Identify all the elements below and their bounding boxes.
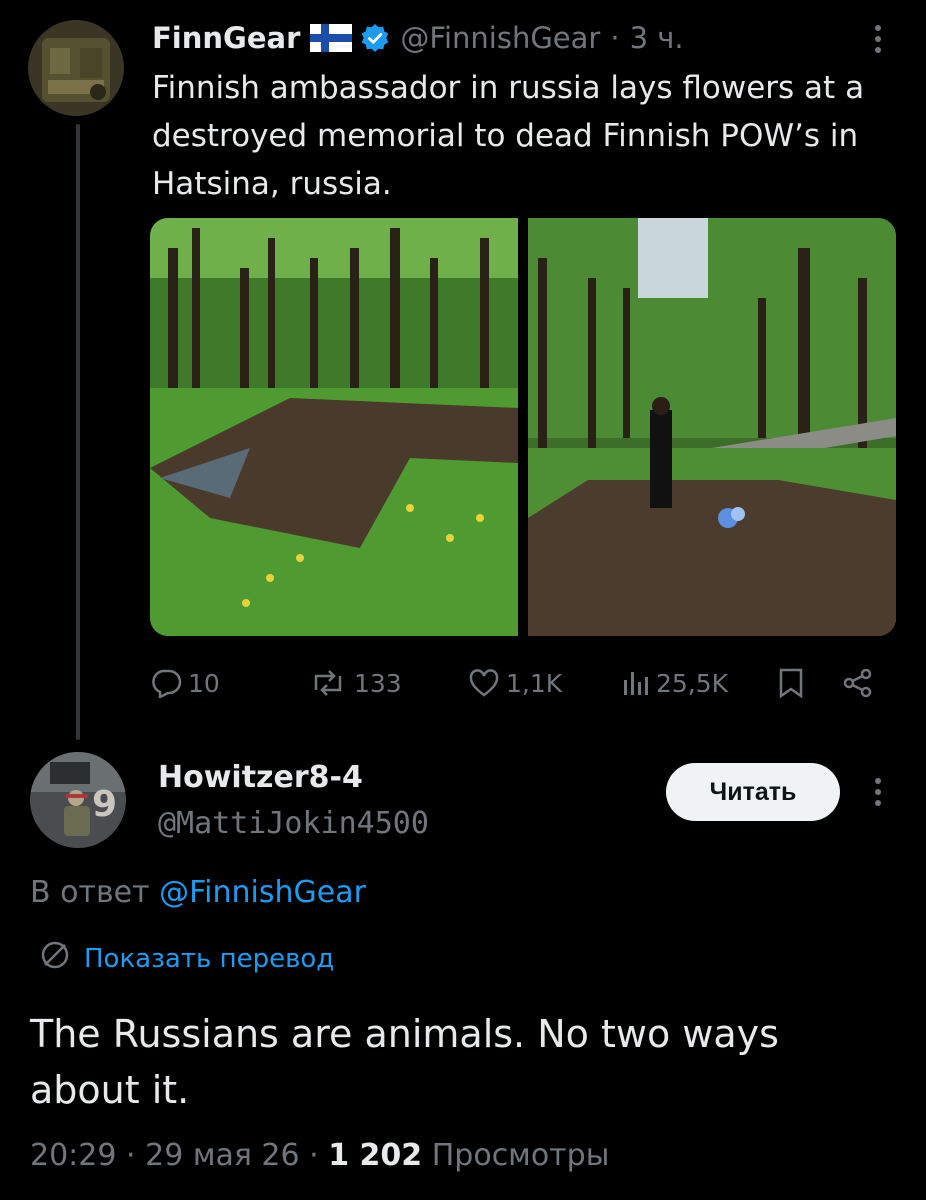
reply-author-handle[interactable]: @MattiJokin4500	[158, 806, 429, 841]
reply-date[interactable]: 29 мая 26	[145, 1138, 299, 1173]
photo-ambassador-flowers	[528, 218, 896, 636]
reply-more-dots-icon[interactable]	[866, 775, 890, 809]
replying-to-line: В ответ @FinnishGear	[30, 875, 366, 910]
like-count: 1,1K	[506, 668, 563, 698]
thread-connector-line	[76, 124, 80, 740]
reply-author-avatar[interactable]: 9	[30, 752, 126, 848]
more-dots-icon[interactable]	[866, 22, 890, 56]
finland-flag-icon	[310, 24, 353, 52]
reply-avatar-image: 9	[30, 752, 126, 848]
views-button[interactable]: 25,5K	[620, 660, 728, 706]
bookmark-button[interactable]	[776, 660, 812, 706]
tweet-photo-2[interactable]	[528, 218, 896, 636]
reply-count: 10	[188, 668, 220, 698]
svg-text:9: 9	[92, 784, 117, 825]
avatar-image	[28, 20, 124, 116]
views-count: 25,5K	[656, 668, 729, 698]
repost-count: 133	[354, 668, 402, 698]
tweet-text: Finnish ambassador in russia lays flower…	[152, 70, 865, 202]
translate-globe-icon	[38, 938, 84, 979]
replying-to-handle-link[interactable]: @FinnishGear	[159, 875, 366, 910]
tweet-action-bar: 10 133 1,1K 25,5K	[150, 660, 890, 706]
meta-separator-2: ·	[309, 1138, 319, 1173]
author-avatar[interactable]	[28, 20, 124, 116]
reply-views-label: Просмотры	[431, 1138, 610, 1173]
author-name[interactable]: FinnGear	[152, 21, 300, 55]
share-button[interactable]	[842, 660, 880, 706]
reply-bubble-icon	[150, 668, 188, 698]
separator-dot: ·	[610, 21, 620, 55]
heart-icon	[468, 668, 506, 698]
show-translation-label: Показать перевод	[84, 943, 335, 974]
tweet-time[interactable]: 3 ч.	[630, 21, 684, 55]
follow-button[interactable]: Читать	[666, 763, 840, 821]
repost-icon	[308, 668, 354, 698]
tweet-header: FinnGear @FinnishGear · 3 ч.	[152, 18, 684, 58]
views-bars-icon	[620, 668, 656, 698]
show-translation-link[interactable]: Показать перевод	[38, 938, 334, 979]
photo-memorial-site	[150, 218, 518, 636]
author-handle[interactable]: @FinnishGear	[400, 21, 600, 55]
meta-separator-1: ·	[126, 1138, 136, 1173]
reply-views-count: 1 202	[328, 1138, 423, 1173]
reply-author-name[interactable]: Howitzer8-4	[158, 760, 363, 795]
reply-text: The Russians are animals. No two ways ab…	[30, 1012, 779, 1112]
reply-meta: 20:29 · 29 мая 26 · 1 202 Просмотры	[30, 1138, 609, 1173]
reply-button[interactable]: 10	[150, 660, 220, 706]
bookmark-icon	[776, 667, 812, 699]
replying-to-prefix: В ответ	[30, 875, 150, 910]
share-icon	[842, 667, 880, 699]
tweet-photo-1[interactable]	[150, 218, 518, 636]
reply-time[interactable]: 20:29	[30, 1138, 116, 1173]
repost-button[interactable]: 133	[308, 660, 402, 706]
verified-badge-icon	[360, 23, 390, 53]
like-button[interactable]: 1,1K	[468, 660, 562, 706]
